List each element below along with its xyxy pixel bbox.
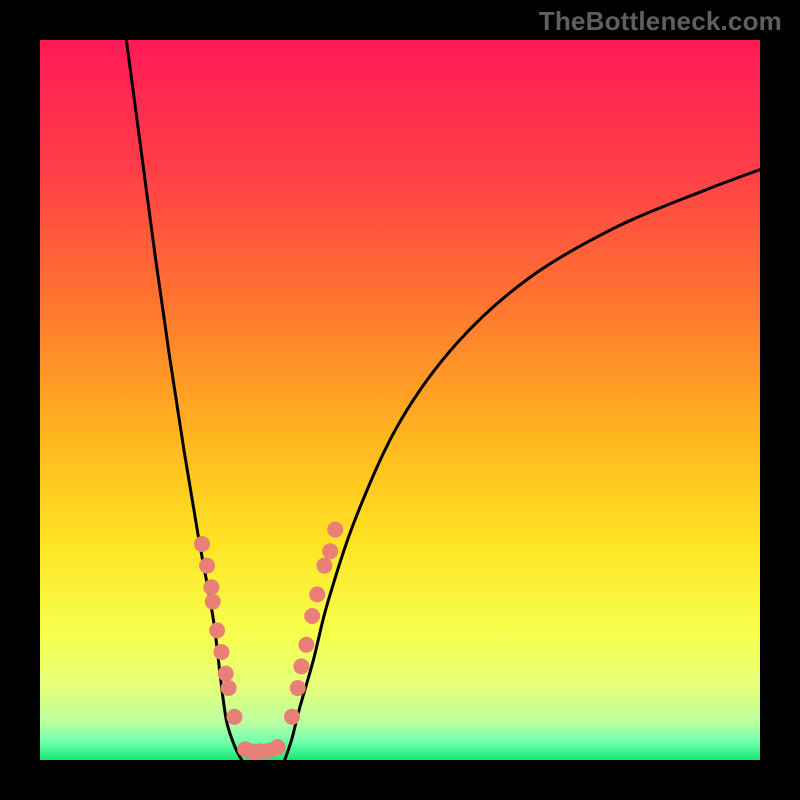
marker-cluster-right-dot: [316, 558, 332, 574]
marker-cluster-left-dot: [209, 622, 225, 638]
marker-cluster-right-dot: [298, 637, 314, 653]
marker-cluster-left-dot: [226, 709, 242, 725]
marker-cluster-right-dot: [309, 586, 325, 602]
marker-cluster-left-dot: [218, 666, 234, 682]
chart-frame: TheBottleneck.com: [0, 0, 800, 800]
marker-cluster-right-dot: [304, 608, 320, 624]
marker-cluster-left-dot: [203, 579, 219, 595]
marker-cluster-right-dot: [327, 522, 343, 538]
marker-bottom-dot: [270, 739, 286, 755]
watermark-label: TheBottleneck.com: [539, 6, 782, 37]
right-curve: [285, 170, 760, 760]
plot-area: [40, 40, 760, 760]
marker-cluster-left-dot: [199, 558, 215, 574]
marker-cluster-right-dot: [322, 543, 338, 559]
marker-cluster-right-dot: [290, 680, 306, 696]
marker-cluster-left-dot: [221, 680, 237, 696]
marker-cluster-right-dot: [293, 658, 309, 674]
marker-cluster-left-dot: [194, 536, 210, 552]
marker-cluster-left-dot: [205, 594, 221, 610]
marker-cluster-right-dot: [284, 709, 300, 725]
marker-cluster-left-dot: [213, 644, 229, 660]
chart-svg: [40, 40, 760, 760]
